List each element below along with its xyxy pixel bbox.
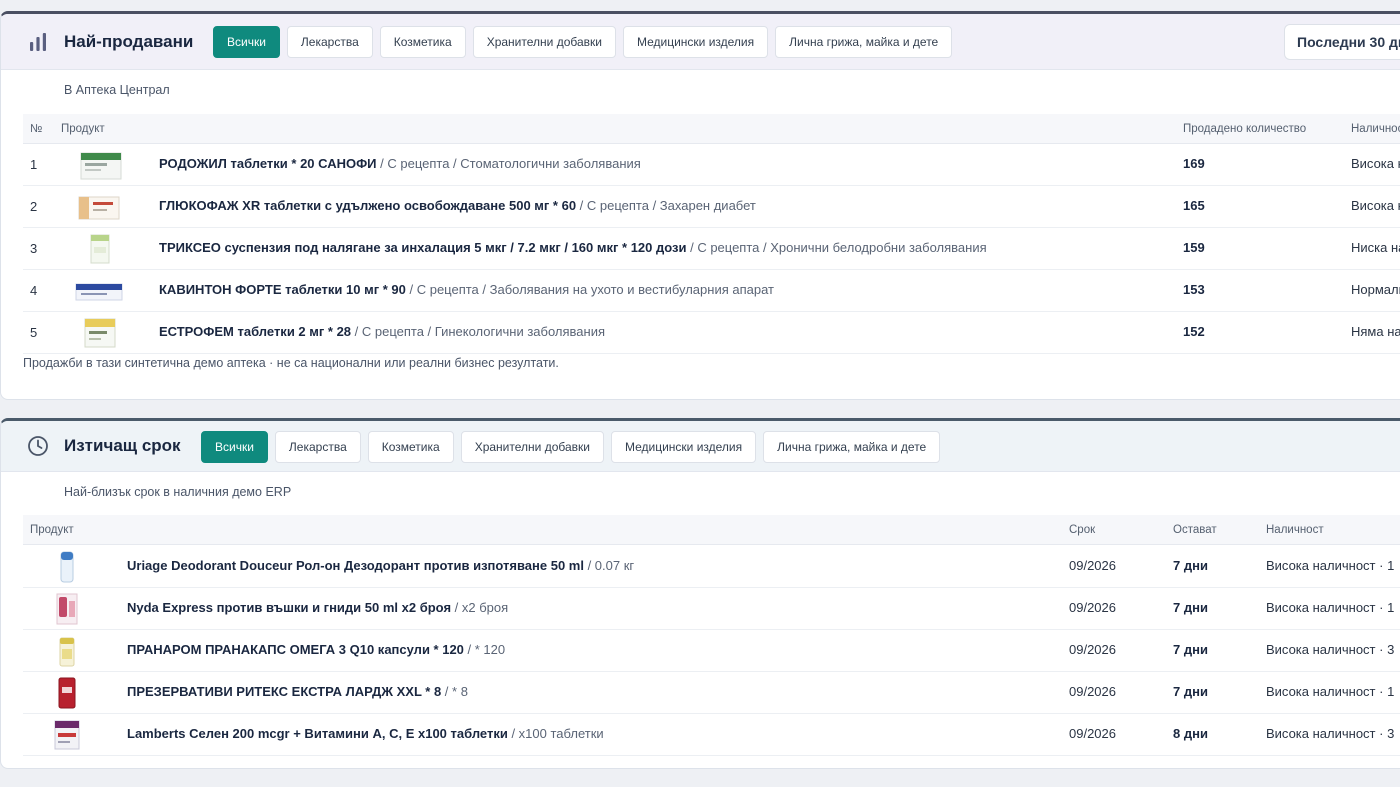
table-row[interactable]: Uriage Deodorant Douceur Рол-он Дезодора… <box>23 546 1400 588</box>
expiry-date: 09/2026 <box>1069 600 1116 615</box>
tab-cosmetics[interactable]: Козметика <box>367 431 454 463</box>
days-left: 8 дни <box>1173 726 1208 741</box>
tab-cosmetics[interactable]: Козметика <box>379 26 466 58</box>
tab-supplements[interactable]: Хранителни добавки <box>472 26 616 58</box>
tab-medicines[interactable]: Лекарства <box>274 431 361 463</box>
bestsellers-footnote: Продажби в тази синтетична демо аптека ·… <box>23 356 559 370</box>
column-product: Продукт <box>30 524 74 536</box>
stock-status: Висока наличност · 1 <box>1266 684 1395 699</box>
product-thumbnail <box>79 317 123 349</box>
column-expiry: Срок <box>1069 524 1096 536</box>
product-thumbnail <box>79 233 123 265</box>
bar-chart-icon <box>27 31 49 53</box>
row-number: 4 <box>30 283 38 298</box>
stock-status: Висока наличност · 1 <box>1266 600 1395 615</box>
bestsellers-table-header: № Продукт Продадено количество Наличност <box>23 114 1400 144</box>
row-number: 1 <box>30 157 38 172</box>
table-row[interactable]: ПРЕЗЕРВАТИВИ РИТЕКС ЕКСТРА ЛАРДЖ XXL * 8… <box>23 672 1400 714</box>
days-left: 7 дни <box>1173 600 1208 615</box>
expiring-header: Изтичащ срок Всички Лекарства Козметика … <box>1 421 1400 472</box>
product-name[interactable]: ПРАНАРОМ ПРАНАКАПС ОМЕГА 3 Q10 капсули *… <box>127 642 505 657</box>
product-name[interactable]: ПРЕЗЕРВАТИВИ РИТЕКС ЕКСТРА ЛАРДЖ XXL * 8… <box>127 684 468 699</box>
sold-quantity: 159 <box>1183 240 1205 255</box>
bestsellers-card: Най-продавани Всички Лекарства Козметика… <box>0 11 1400 400</box>
column-product: Продукт <box>61 123 105 135</box>
product-name[interactable]: ЕСТРОФЕМ таблетки 2 мг * 28 / С рецепта … <box>159 324 605 339</box>
expiry-date: 09/2026 <box>1069 558 1116 573</box>
sold-quantity: 153 <box>1183 282 1205 297</box>
product-thumbnail <box>75 275 123 307</box>
sold-quantity: 152 <box>1183 324 1205 339</box>
stock-status: Висока наличност <box>1351 198 1400 213</box>
product-thumbnail <box>77 191 121 223</box>
stock-status: Висока наличност · 1 <box>1266 558 1395 573</box>
stock-status: Няма наличност <box>1351 324 1400 339</box>
clock-icon <box>27 435 49 457</box>
row-number: 5 <box>30 325 38 340</box>
table-row[interactable]: 4 КАВИНТОН ФОРТЕ таблетки 10 мг * 90 / С… <box>23 270 1400 312</box>
product-name[interactable]: Nyda Express против въшки и гниди 50 ml … <box>127 600 508 615</box>
column-stock: Наличност <box>1266 524 1324 536</box>
product-thumbnail <box>45 719 89 751</box>
sold-quantity: 165 <box>1183 198 1205 213</box>
product-thumbnail <box>45 551 89 583</box>
days-left: 7 дни <box>1173 558 1208 573</box>
product-name[interactable]: РОДОЖИЛ таблетки * 20 САНОФИ / С рецепта… <box>159 156 641 171</box>
product-thumbnail <box>79 149 123 181</box>
table-row[interactable]: Nyda Express против въшки и гниди 50 ml … <box>23 588 1400 630</box>
tab-personal-care[interactable]: Лична грижа, майка и дете <box>763 431 941 463</box>
product-thumbnail <box>45 593 89 625</box>
product-thumbnail <box>45 677 89 709</box>
expiring-table-header: Продукт Срок Остават Наличност <box>23 515 1400 545</box>
tab-all[interactable]: Всички <box>213 26 280 58</box>
column-stock: Наличност <box>1351 123 1400 135</box>
table-row[interactable]: Lamberts Селен 200 mcgr + Витамини А, С,… <box>23 714 1400 756</box>
expiring-card: Изтичащ срок Всички Лекарства Козметика … <box>0 418 1400 769</box>
product-name[interactable]: ТРИКСЕО суспензия под налягане за инхала… <box>159 240 987 255</box>
column-days-left: Остават <box>1173 524 1217 536</box>
tab-medical-devices[interactable]: Медицински изделия <box>622 26 769 58</box>
period-selector[interactable]: Последни 30 дни <box>1284 24 1400 60</box>
row-number: 3 <box>30 241 38 256</box>
table-row[interactable]: 5 ЕСТРОФЕМ таблетки 2 мг * 28 / С рецепт… <box>23 312 1400 354</box>
expiry-date: 09/2026 <box>1069 684 1116 699</box>
product-name[interactable]: Lamberts Селен 200 mcgr + Витамини А, С,… <box>127 726 604 741</box>
table-row[interactable]: 3 ТРИКСЕО суспензия под налягане за инха… <box>23 228 1400 270</box>
column-sold-quantity: Продадено количество <box>1183 123 1307 135</box>
tab-personal-care[interactable]: Лична грижа, майка и дете <box>775 26 953 58</box>
expiring-subtitle: Най-близък срок в наличния демо ERP <box>64 485 292 499</box>
product-name[interactable]: Uriage Deodorant Douceur Рол-он Дезодора… <box>127 558 634 573</box>
table-row[interactable]: 2 ГЛЮКОФАЖ XR таблетки с удължено освобо… <box>23 186 1400 228</box>
product-name[interactable]: КАВИНТОН ФОРТЕ таблетки 10 мг * 90 / С р… <box>159 282 774 297</box>
tab-supplements[interactable]: Хранителни добавки <box>460 431 604 463</box>
table-row[interactable]: 1 РОДОЖИЛ таблетки * 20 САНОФИ / С рецеп… <box>23 144 1400 186</box>
table-row[interactable]: ПРАНАРОМ ПРАНАКАПС ОМЕГА 3 Q10 капсули *… <box>23 630 1400 672</box>
bestsellers-subtitle: В Аптека Централ <box>64 83 170 97</box>
expiring-title: Изтичащ срок <box>64 436 181 455</box>
tab-medical-devices[interactable]: Медицински изделия <box>610 431 757 463</box>
sold-quantity: 169 <box>1183 156 1205 171</box>
days-left: 7 дни <box>1173 684 1208 699</box>
expiry-date: 09/2026 <box>1069 726 1116 741</box>
bestsellers-tabs: Всички Лекарства Козметика Хранителни до… <box>213 26 953 58</box>
bestsellers-header: Най-продавани Всички Лекарства Козметика… <box>1 14 1400 70</box>
product-name[interactable]: ГЛЮКОФАЖ XR таблетки с удължено освобожд… <box>159 198 756 213</box>
tab-all[interactable]: Всички <box>201 431 268 463</box>
column-number: № <box>30 123 43 135</box>
bestsellers-title: Най-продавани <box>64 31 194 51</box>
stock-status: Висока наличност · 3 <box>1266 726 1395 741</box>
tab-medicines[interactable]: Лекарства <box>286 26 373 58</box>
stock-status: Ниска наличност <box>1351 240 1400 255</box>
days-left: 7 дни <box>1173 642 1208 657</box>
stock-status: Висока наличност · 3 <box>1266 642 1395 657</box>
product-thumbnail <box>45 635 89 667</box>
expiring-tabs: Всички Лекарства Козметика Хранителни до… <box>201 431 941 463</box>
stock-status: Нормална наличност <box>1351 282 1400 297</box>
stock-status: Висока наличност <box>1351 156 1400 171</box>
row-number: 2 <box>30 199 38 214</box>
expiry-date: 09/2026 <box>1069 642 1116 657</box>
